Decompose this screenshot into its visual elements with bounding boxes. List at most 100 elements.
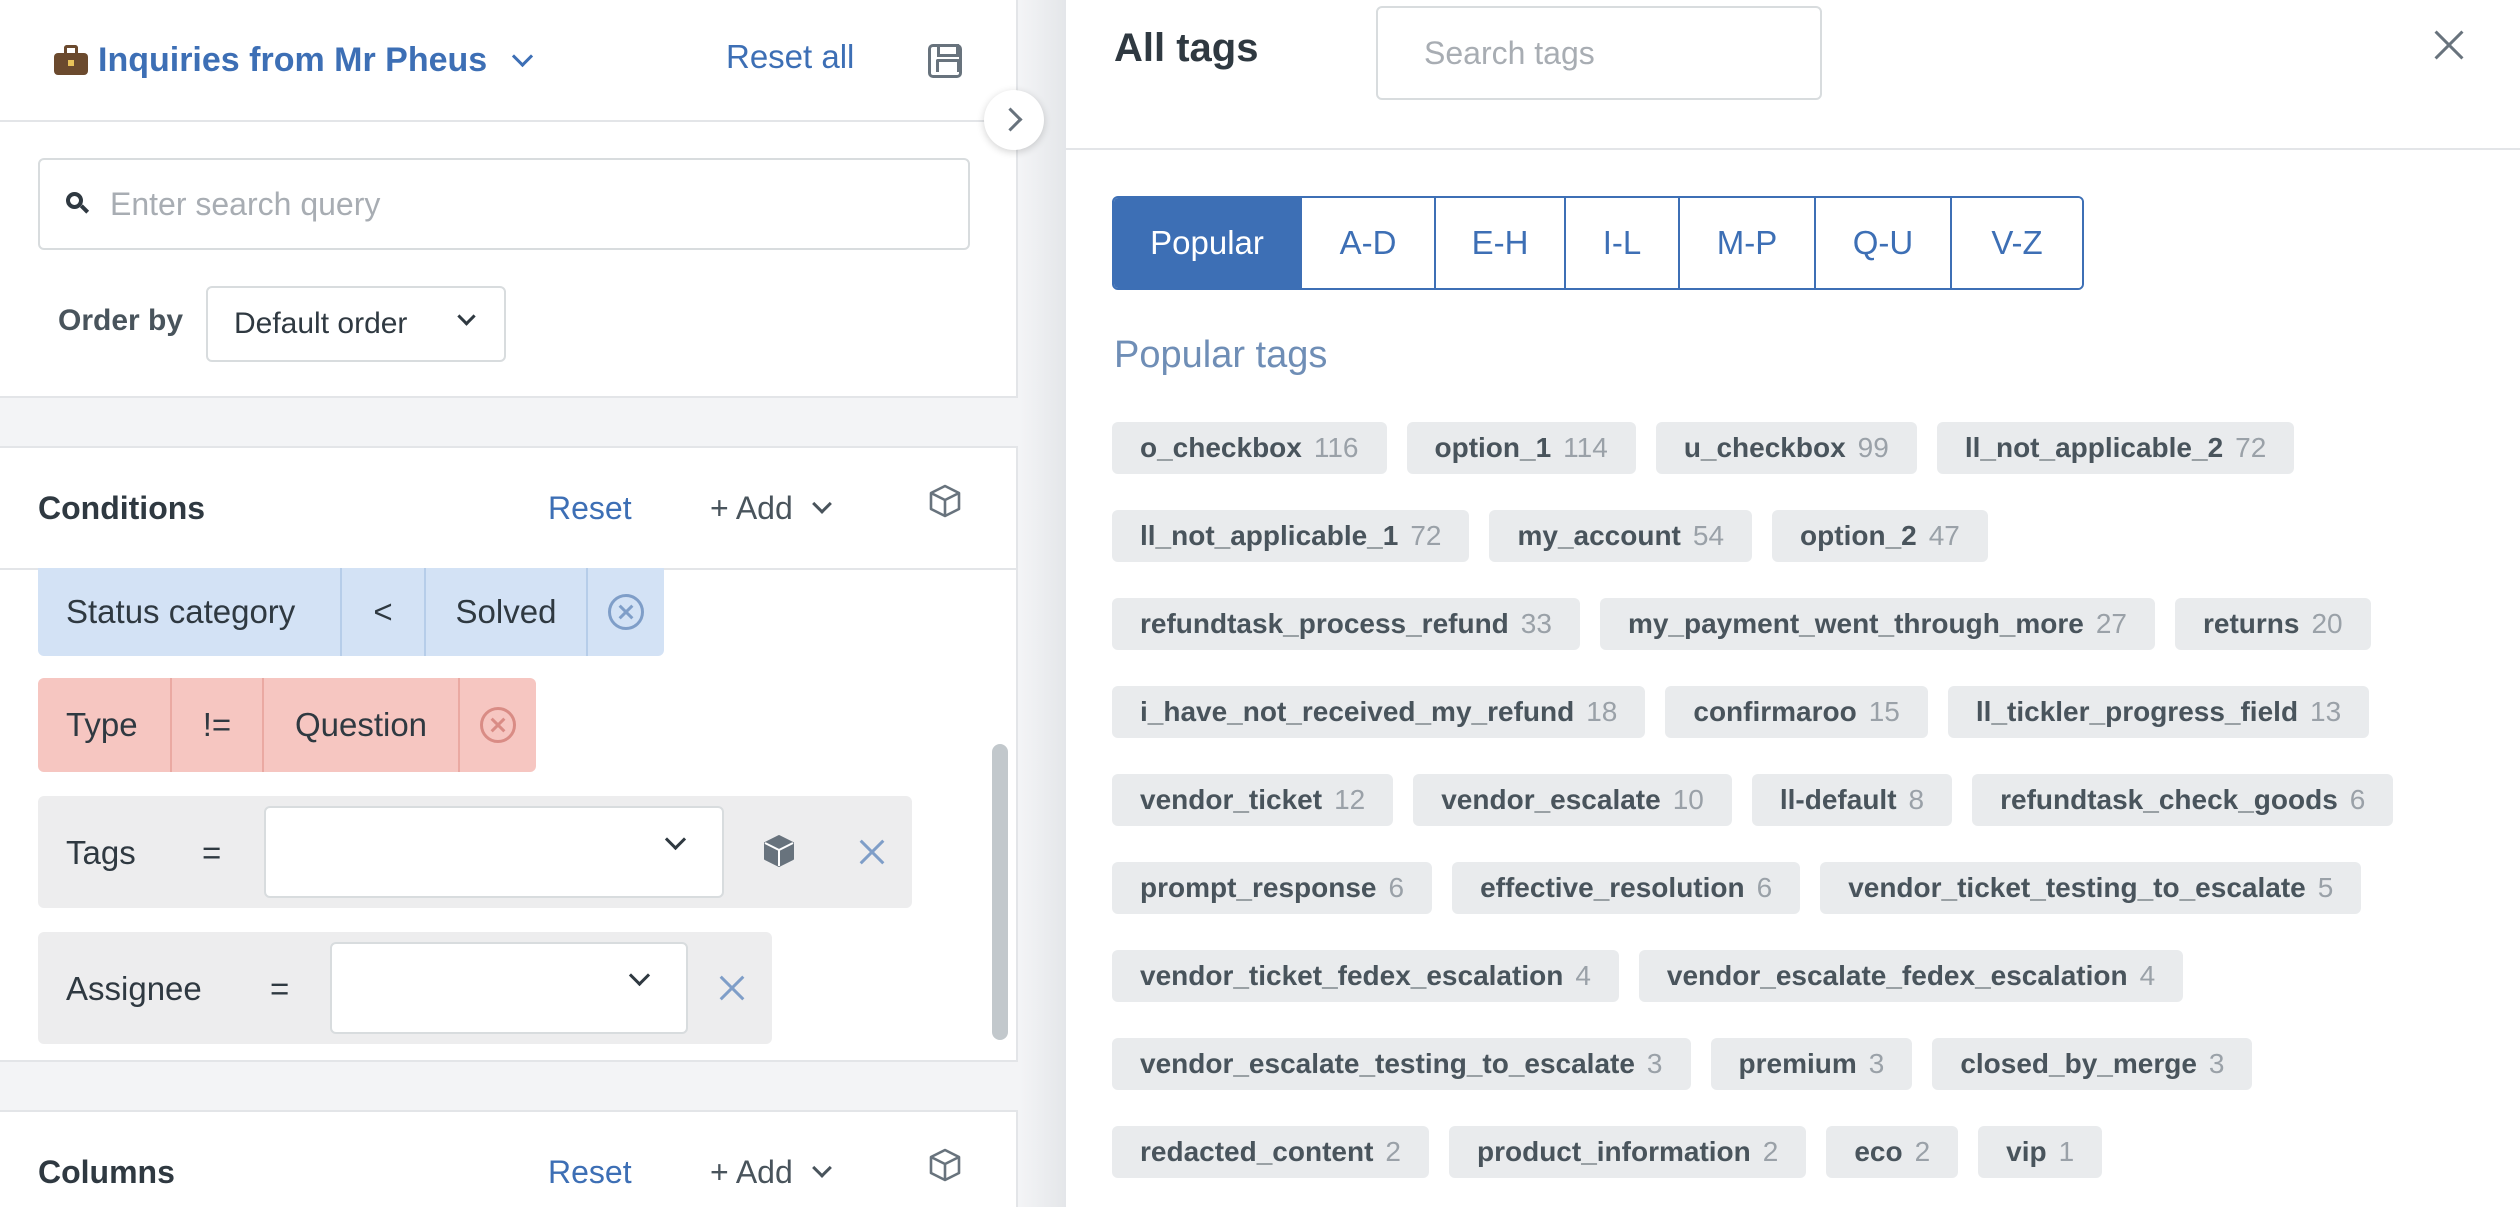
tag-chip[interactable]: returns 20 (2175, 598, 2371, 650)
tag-chip[interactable]: vendor_escalate 10 (1413, 774, 1732, 826)
remove-condition-button[interactable] (588, 568, 664, 656)
condition-type[interactable]: Type != Question (38, 678, 536, 772)
cube-icon[interactable] (928, 1148, 962, 1182)
tag-chip[interactable]: my_payment_went_through_more 27 (1599, 598, 2155, 650)
close-icon[interactable] (858, 838, 886, 866)
cube-icon[interactable] (928, 484, 962, 518)
tab-q-u[interactable]: Q-U (1816, 198, 1952, 288)
conditions-add-button[interactable]: + Add (710, 490, 832, 527)
tag-name: i_have_not_received_my_refund (1140, 696, 1575, 727)
tag-chip[interactable]: vendor_ticket_fedex_escalation 4 (1112, 950, 1619, 1002)
tag-name: eco (1854, 1136, 1903, 1167)
tag-chip[interactable]: ll-default 8 (1751, 774, 1953, 826)
conditions-reset-button[interactable]: Reset (548, 490, 632, 527)
chevron-down-icon (664, 828, 687, 851)
condition-value: Question (264, 678, 460, 772)
tag-name: option_1 (1434, 432, 1552, 463)
tag-chip[interactable]: prompt_response 6 (1112, 862, 1433, 914)
tag-chip[interactable]: premium 3 (1710, 1038, 1913, 1090)
tag-row: vendor_ticket 12 vendor_escalate 10 ll-defau… (1112, 774, 2512, 826)
tag-chip[interactable]: option_1 114 (1406, 422, 1636, 474)
condition-operator: = (270, 970, 290, 1007)
tag-chip[interactable]: my_account 54 (1489, 510, 1753, 562)
tag-name: product_information (1476, 1136, 1751, 1167)
close-icon[interactable] (718, 974, 746, 1002)
tab-a-d[interactable]: A-D (1302, 198, 1436, 288)
tag-name: vendor_escalate (1441, 784, 1661, 815)
tag-chip[interactable]: u_checkbox 99 (1655, 422, 1917, 474)
tag-chip[interactable]: option_2 47 (1772, 510, 1988, 562)
tag-count: 13 (2310, 696, 2342, 727)
tag-name: premium (1738, 1048, 1857, 1079)
tag-chip[interactable]: o_checkbox 116 (1112, 422, 1387, 474)
search-box (38, 158, 970, 250)
tag-chip[interactable]: vendor_escalate_fedex_escalation 4 (1638, 950, 2184, 1002)
tag-count: 10 (1672, 784, 1704, 815)
tag-chip[interactable]: closed_by_merge 3 (1932, 1038, 2253, 1090)
tag-chip[interactable]: refundtask_check_goods 6 (1972, 774, 2394, 826)
conditions-scrollbar[interactable] (992, 744, 1008, 1040)
close-icon[interactable] (2432, 28, 2466, 62)
tag-chip[interactable]: ll_not_applicable_1 72 (1112, 510, 1470, 562)
all-tags-panel: All tags PopularA-DE-HI-LM-PQ-UV-Z Popul… (1066, 0, 2520, 1207)
tab-popular[interactable]: Popular (1114, 198, 1302, 288)
tag-row: redacted_content 2 product_information 2 eco… (1112, 1126, 2512, 1178)
tag-name: option_2 (1800, 520, 1917, 551)
tag-row: ll_not_applicable_1 72 my_account 54 option_… (1112, 510, 2512, 562)
chevron-down-icon (628, 964, 651, 987)
tag-name: confirmaroo (1693, 696, 1857, 727)
remove-circle-icon (480, 707, 516, 743)
columns-add-label: + Add (710, 1154, 793, 1190)
tab-v-z[interactable]: V-Z (1952, 198, 2082, 288)
tag-chip[interactable]: i_have_not_received_my_refund 18 (1112, 686, 1646, 738)
save-icon[interactable] (928, 44, 962, 78)
tag-chip[interactable]: refundtask_process_refund 33 (1112, 598, 1580, 650)
condition-field: Tags (66, 834, 136, 871)
tag-chip[interactable]: vendor_ticket_testing_to_escalate 5 (1820, 862, 2362, 914)
tag-name: refundtask_process_refund (1140, 608, 1509, 639)
tag-count: 27 (2095, 608, 2127, 639)
tag-name: effective_resolution (1480, 872, 1745, 903)
collapse-arrow-icon[interactable] (984, 90, 1044, 150)
tab-m-p[interactable]: M-P (1680, 198, 1816, 288)
tag-count: 54 (1692, 520, 1725, 551)
remove-condition-button[interactable] (460, 678, 536, 772)
cube-icon[interactable] (762, 834, 796, 868)
tag-chip[interactable]: eco 2 (1826, 1126, 1959, 1178)
tag-chip[interactable]: effective_resolution 6 (1452, 862, 1801, 914)
tag-chip[interactable]: vendor_ticket 12 (1112, 774, 1394, 826)
tag-chip[interactable]: product_information 2 (1448, 1126, 1807, 1178)
tag-chip[interactable]: vip 1 (1978, 1126, 2103, 1178)
reset-all-button[interactable]: Reset all (726, 38, 854, 76)
tag-chip[interactable]: ll_not_applicable_2 72 (1936, 422, 2295, 474)
tag-name: ll_not_applicable_1 (1140, 520, 1399, 551)
tag-row: vendor_escalate_testing_to_escalate 3 prem… (1112, 1038, 2512, 1090)
assignee-value-select[interactable] (330, 942, 688, 1034)
tag-count: 72 (1410, 520, 1442, 551)
tags-value-select[interactable] (264, 806, 724, 898)
view-editor-panel: Inquiries from Mr Pheus Reset all Order … (0, 0, 1044, 1207)
tag-chip[interactable]: ll_tickler_progress_field 13 (1947, 686, 2370, 738)
popular-tags-title: Popular tags (1114, 334, 1328, 376)
tag-count: 6 (1388, 872, 1405, 903)
search-input[interactable] (110, 160, 950, 248)
tag-name: ll_tickler_progress_field (1975, 696, 2299, 727)
tag-chip[interactable]: vendor_escalate_testing_to_escalate 3 (1112, 1038, 1691, 1090)
remove-circle-icon (608, 594, 644, 630)
tag-search-input[interactable] (1376, 6, 1822, 100)
tag-count: 47 (1928, 520, 1960, 551)
tag-row: vendor_ticket_fedex_escalation 4 vendor_es… (1112, 950, 2512, 1002)
tag-chip[interactable]: redacted_content 2 (1112, 1126, 1429, 1178)
tag-name: u_checkbox (1683, 432, 1846, 463)
condition-status-category[interactable]: Status category < Solved (38, 568, 664, 656)
tag-count: 4 (1575, 960, 1591, 991)
view-selector[interactable]: Inquiries from Mr Pheus (54, 38, 534, 82)
order-by-select[interactable]: Default order (206, 286, 506, 362)
tag-chip[interactable]: confirmaroo 15 (1665, 686, 1928, 738)
columns-reset-button[interactable]: Reset (548, 1154, 632, 1191)
tab-e-h[interactable]: E-H (1436, 198, 1566, 288)
tab-i-l[interactable]: I-L (1566, 198, 1680, 288)
tag-count: 12 (1334, 784, 1366, 815)
condition-field: Assignee (66, 970, 202, 1007)
columns-add-button[interactable]: + Add (710, 1154, 832, 1191)
